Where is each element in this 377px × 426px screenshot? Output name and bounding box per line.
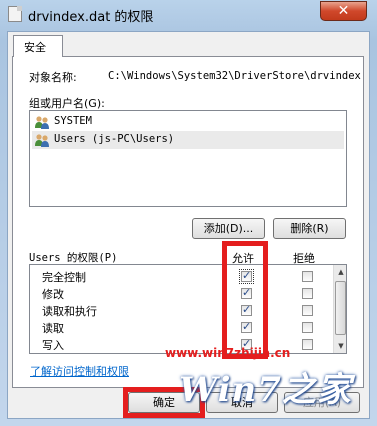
tab-security[interactable]: 安全 (13, 35, 63, 57)
permission-name: 读取和执行 (42, 305, 97, 318)
watermark-url: www.win7zhijia.cn (165, 346, 291, 360)
list-item[interactable]: Users (js-PC\Users) (32, 131, 344, 149)
list-item-label: SYSTEM (54, 115, 92, 127)
groups-label: 组或用户名(G): (29, 97, 105, 110)
user-group-icon (35, 134, 49, 147)
watermark: www.win7zhijia.cn Win7之家 (165, 346, 365, 410)
permission-name: 完全控制 (42, 271, 86, 284)
deny-checkbox[interactable] (302, 305, 313, 316)
close-button[interactable]: ✕ (320, 1, 367, 21)
allow-checkbox[interactable] (239, 269, 254, 284)
window-title: drvindex.dat 的权限 (28, 10, 154, 25)
permission-name: 写入 (42, 339, 64, 352)
table-row: 读取 (30, 319, 330, 336)
table-row: 修改 (30, 285, 330, 302)
scroll-up-icon[interactable]: ▲ (334, 265, 346, 279)
deny-checkbox[interactable] (302, 288, 313, 299)
deny-checkbox[interactable] (302, 322, 313, 333)
access-control-help-link[interactable]: 了解访问控制和权限 (30, 363, 129, 379)
permissions-label: Users 的权限(P) (29, 252, 118, 264)
title-bar[interactable]: drvindex.dat 的权限 ✕ (0, 0, 377, 30)
object-name-value: C:\Windows\System32\DriverStore\drvindex (108, 70, 361, 82)
permission-name: 修改 (42, 288, 64, 301)
object-name-label: 对象名称: (29, 71, 77, 84)
table-row: 读取和执行 (30, 302, 330, 319)
list-item-label: Users (js-PC\Users) (54, 133, 175, 145)
add-button[interactable]: 添加(D)... (192, 218, 265, 239)
file-icon (8, 6, 22, 22)
permission-name: 读取 (42, 322, 64, 335)
watermark-logo: Win7之家 (179, 370, 352, 410)
permissions-scrollbar[interactable]: ▲ ▼ (333, 265, 346, 353)
allow-checkbox[interactable] (241, 320, 252, 333)
groups-list[interactable]: SYSTEM Users (js-PC\Users) (29, 110, 347, 207)
table-row: 完全控制 (30, 268, 330, 285)
remove-button[interactable]: 删除(R) (273, 218, 346, 239)
allow-checkbox[interactable] (241, 286, 252, 299)
user-group-icon (35, 116, 49, 129)
list-item[interactable]: SYSTEM (32, 113, 344, 131)
permissions-dialog: drvindex.dat 的权限 ✕ 安全 对象名称: C:\Windows\S… (0, 0, 377, 426)
scroll-thumb[interactable] (335, 281, 346, 335)
deny-checkbox[interactable] (302, 271, 313, 282)
allow-checkbox[interactable] (241, 303, 252, 316)
permissions-list[interactable]: 完全控制 修改 读取和执行 读取 写入 ▲ ▼ (29, 264, 347, 354)
